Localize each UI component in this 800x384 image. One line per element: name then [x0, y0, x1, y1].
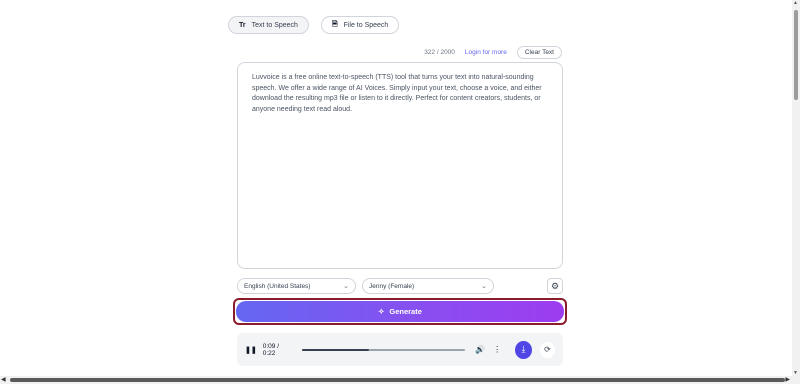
editor-meta: 322 / 2000 Login for more Clear Text: [424, 46, 562, 59]
mode-tabs: Tr Text to Speech 🗎 File to Speech: [228, 16, 400, 34]
language-value: English (United States): [244, 282, 311, 290]
page: Tr Text to Speech 🗎 File to Speech 322 /…: [0, 0, 800, 384]
gear-icon: ⚙: [550, 280, 560, 291]
settings-button[interactable]: ⚙: [547, 278, 563, 294]
scroll-right-arrow-icon[interactable]: ▶: [785, 376, 790, 383]
vertical-scrollbar[interactable]: ▲ ▼: [792, 0, 800, 376]
seek-progress: [301, 348, 369, 351]
clear-text-button[interactable]: Clear Text: [516, 46, 562, 59]
chevron-down-icon: ⌄: [481, 283, 487, 290]
chevron-down-icon: ⌄: [343, 283, 349, 290]
tab-label: File to Speech: [343, 21, 389, 29]
generate-label: Generate: [389, 307, 422, 316]
audio-player: ❚❚ 0:09 / 0:22 🔊 ⋮ ⤓ ⟳: [237, 333, 563, 366]
login-link[interactable]: Login for more: [465, 49, 507, 56]
magic-wand-icon: ✧: [378, 307, 385, 316]
horizontal-scroll-thumb[interactable]: [10, 378, 785, 382]
vertical-scroll-thumb[interactable]: [794, 10, 798, 100]
regenerate-button[interactable]: ⟳: [539, 341, 555, 358]
download-button[interactable]: ⤓: [515, 340, 532, 359]
voice-select[interactable]: Jenny (Female) ⌄: [362, 278, 494, 294]
scroll-left-arrow-icon[interactable]: ◀: [1, 376, 6, 383]
generate-button[interactable]: ✧ Generate: [236, 301, 564, 322]
horizontal-scrollbar[interactable]: ◀ ▶: [0, 376, 800, 384]
voice-value: Jenny (Female): [369, 282, 415, 290]
generate-highlight: ✧ Generate: [233, 298, 567, 325]
repeat-icon: ⟳: [544, 345, 551, 354]
scroll-up-arrow-icon[interactable]: ▲: [793, 0, 798, 6]
language-select[interactable]: English (United States) ⌄: [237, 278, 356, 294]
download-icon: ⤓: [521, 344, 526, 354]
file-icon: 🗎: [331, 20, 338, 28]
tab-text-to-speech[interactable]: Tr Text to Speech: [228, 16, 309, 34]
playback-time: 0:09 / 0:22: [262, 342, 279, 357]
pause-icon[interactable]: ❚❚: [245, 346, 257, 354]
text-input-content: Luvvoice is a free online text-to-speech…: [252, 74, 542, 113]
more-options-icon[interactable]: ⋮: [493, 345, 501, 354]
char-count: 322 / 2000: [424, 49, 455, 56]
text-type-icon: Tr: [239, 21, 246, 29]
seek-bar[interactable]: [301, 348, 466, 351]
tab-file-to-speech[interactable]: 🗎 File to Speech: [320, 16, 400, 34]
text-input[interactable]: Luvvoice is a free online text-to-speech…: [237, 62, 563, 269]
voice-controls: English (United States) ⌄ Jenny (Female)…: [237, 278, 563, 294]
volume-icon[interactable]: 🔊: [475, 345, 485, 354]
tab-label: Text to Speech: [251, 21, 298, 29]
